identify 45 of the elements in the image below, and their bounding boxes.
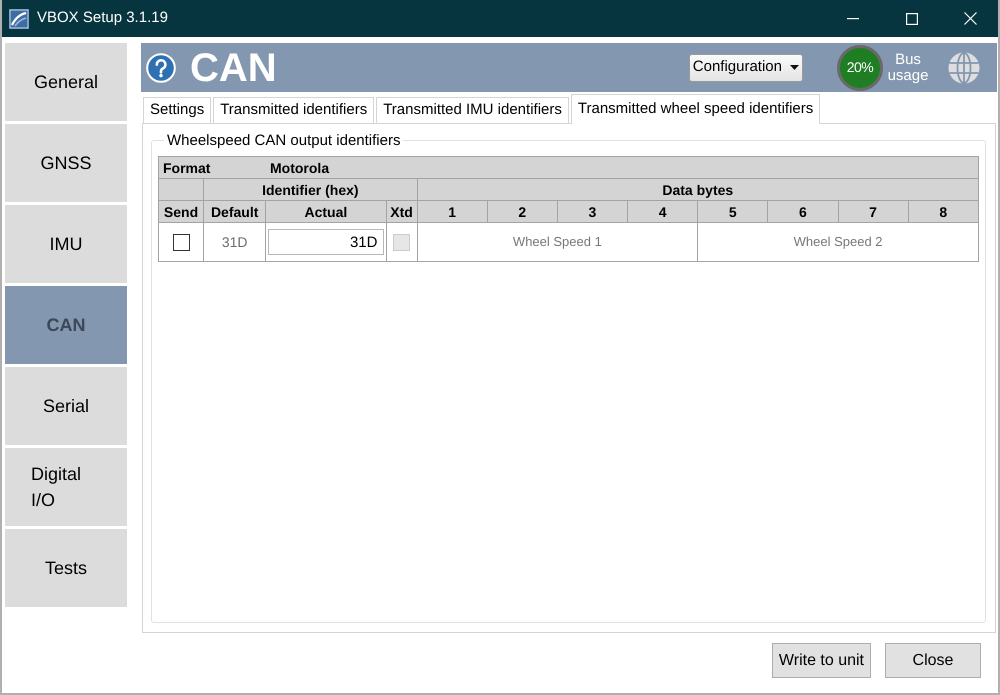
format-value: Motorola [270,160,330,174]
maximize-icon [906,12,918,24]
write-to-unit-button[interactable]: Write to unit [772,643,871,678]
configuration-dropdown[interactable]: Configuration [688,54,803,82]
column-header: 5 [698,200,768,222]
tab[interactable]: Transmitted IMU identifiers [376,97,569,123]
column-header: Actual [266,200,386,222]
section-title: CAN [190,48,277,88]
column-header: 3 [557,200,628,222]
column-header: Xtd [386,200,418,222]
send-checkbox[interactable] [172,234,190,250]
sidebar-item[interactable]: GNSS [5,124,127,202]
column-header: 8 [908,200,978,222]
signal-cell: Wheel Speed 2 [698,222,978,262]
close-icon [964,12,977,25]
sidebar-item[interactable]: IMU [5,205,127,283]
table-cell: 31D [204,222,266,262]
column-header: 2 [487,200,558,222]
signal-cell: Wheel Speed 1 [417,222,698,262]
bus-usage-indicator: 20% [837,44,883,90]
caret-icon [790,65,799,70]
close-button[interactable]: Close [885,643,981,678]
format-label: Format [163,160,212,174]
column-header: 4 [628,200,698,222]
sidebar-item[interactable]: General [5,43,127,121]
minimize-icon [846,18,858,20]
sidebar-item[interactable]: Serial [5,367,127,445]
tab[interactable]: Settings [143,97,212,123]
app-logo-icon [9,8,29,28]
help-icon[interactable] [146,52,176,82]
tab[interactable]: Transmitted identifiers [213,97,374,123]
group-box-title: Wheelspeed CAN output identifiers [166,132,402,149]
column-header: 6 [768,200,838,222]
column-header: 1 [417,200,488,222]
column-header: Send [158,200,204,222]
window-title: VBOX Setup 3.1.19 [37,8,168,28]
column-group-header: Data bytes [417,178,978,200]
bus-usage-label: Bus usage [886,52,930,84]
sidebar-item[interactable]: Tests [5,529,127,607]
tab[interactable]: Transmitted wheel speed identifiers [570,94,820,124]
column-group-header: Identifier (hex) [204,178,418,200]
column-header: 7 [838,200,908,222]
sidebar-item[interactable]: Digital I/O [5,448,127,526]
column-header: Default [204,200,266,222]
actual-id-input[interactable]: 31D [268,229,384,255]
